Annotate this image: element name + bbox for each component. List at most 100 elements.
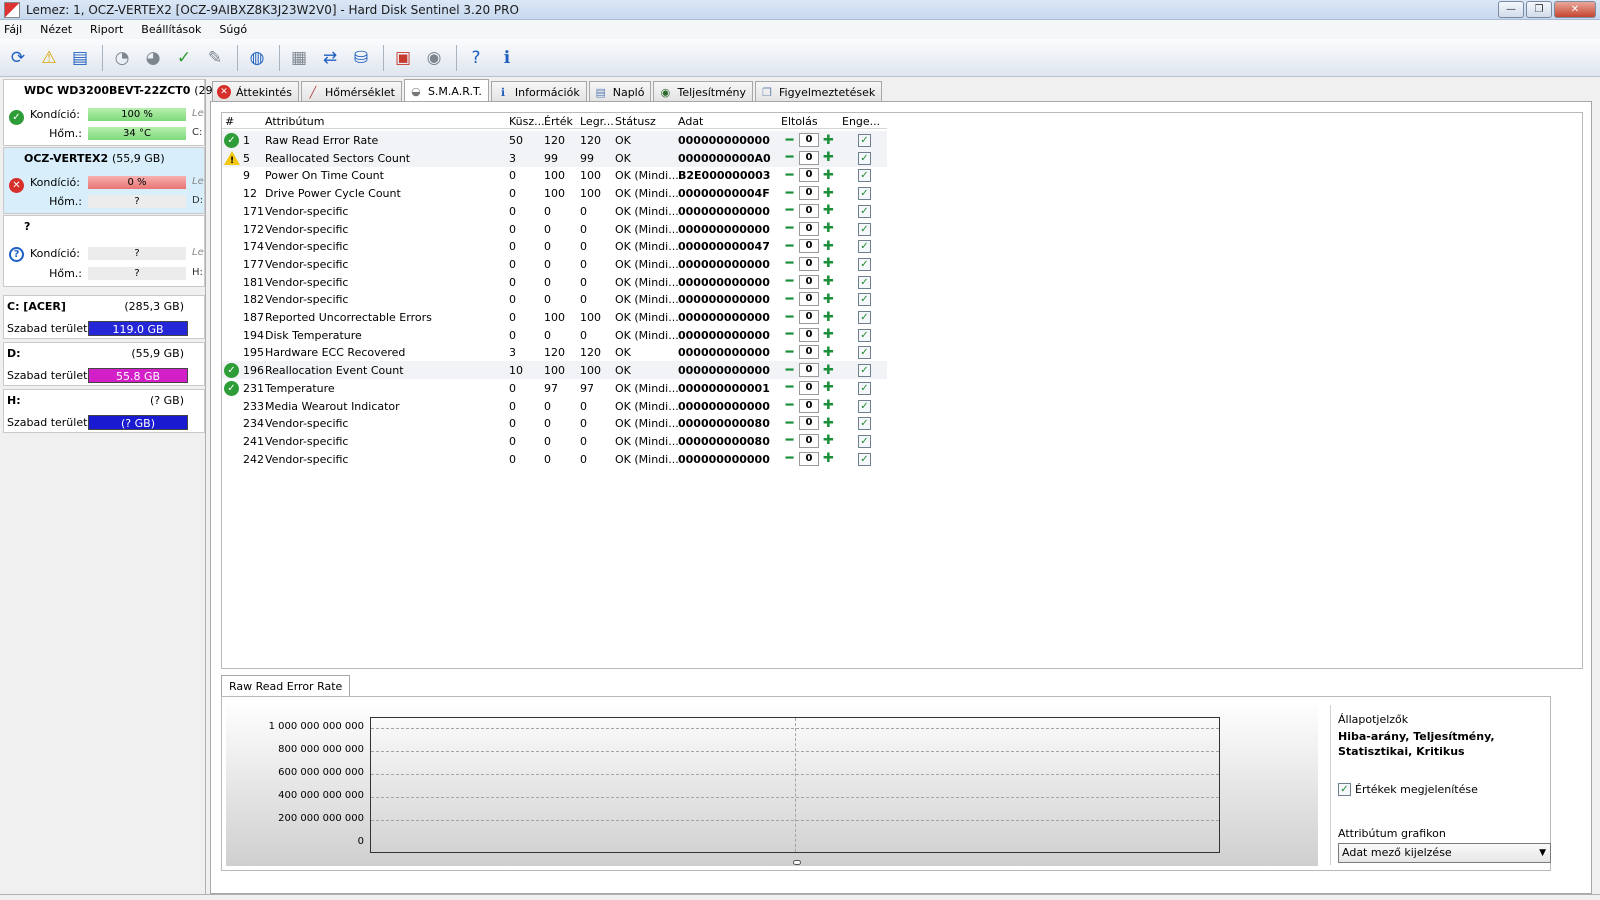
tab-smart[interactable]: ◒ S.M.A.R.T. xyxy=(403,79,489,103)
plus-icon[interactable]: ✚ xyxy=(821,221,836,236)
table-row[interactable]: 172 Vendor-specific 0 0 0 OK (Mindi... 0000000… xyxy=(222,220,887,238)
enabled-checkbox[interactable]: ✓ xyxy=(858,399,871,413)
enabled-checkbox[interactable]: ✓ xyxy=(858,293,871,307)
offset-stepper[interactable]: ━ 0 ✚ xyxy=(782,133,836,148)
offset-value[interactable]: 0 xyxy=(799,150,819,165)
menu-report[interactable]: Riport xyxy=(90,23,123,36)
column-data[interactable]: Adat xyxy=(678,115,703,128)
tab-performance[interactable]: ◉ Teljesítmény xyxy=(653,81,754,102)
enabled-checkbox[interactable]: ✓ xyxy=(858,417,871,431)
plus-icon[interactable]: ✚ xyxy=(821,203,836,218)
tab-alerts[interactable]: ❐ Figyelmeztetések xyxy=(755,81,883,102)
column-value[interactable]: Érték xyxy=(544,115,573,128)
offset-value[interactable]: 0 xyxy=(799,380,819,395)
maximize-button[interactable]: ❐ xyxy=(1526,1,1552,18)
table-row[interactable]: ! 5 Reallocated Sectors Count 3 99 99 OK 000000… xyxy=(222,148,887,167)
tab-temperature[interactable]: ╱ Hőmérséklet xyxy=(300,81,402,102)
offset-stepper[interactable]: ━ 0 ✚ xyxy=(782,451,836,467)
table-row[interactable]: ✓ 1 Raw Read Error Rate 50 120 120 OK 000000000… xyxy=(222,131,887,149)
warning-icon[interactable]: ⚠ xyxy=(35,44,63,72)
table-row[interactable]: 194 Disk Temperature 0 0 0 OK (Mindi... 000000… xyxy=(222,326,887,344)
minus-icon[interactable]: ━ xyxy=(782,363,797,378)
minus-icon[interactable]: ━ xyxy=(782,380,797,395)
offset-value[interactable]: 0 xyxy=(799,292,819,307)
column-worst[interactable]: Legr... xyxy=(580,115,614,128)
offset-stepper[interactable]: ━ 0 ✚ xyxy=(782,274,836,290)
offset-value[interactable]: 0 xyxy=(799,345,819,360)
table-row[interactable]: 12 Drive Power Cycle Count 0 100 100 OK (Mind… xyxy=(222,184,887,202)
enabled-checkbox[interactable]: ✓ xyxy=(858,204,871,218)
enabled-checkbox[interactable]: ✓ xyxy=(858,346,871,360)
minus-icon[interactable]: ━ xyxy=(782,133,797,148)
column-enabled[interactable]: Enge... xyxy=(842,115,880,128)
offset-value[interactable]: 0 xyxy=(799,239,819,254)
table-row[interactable]: 177 Vendor-specific 0 0 0 OK (Mindi... 0000000… xyxy=(222,255,887,273)
offset-value[interactable]: 0 xyxy=(799,221,819,236)
minus-icon[interactable]: ━ xyxy=(782,433,797,448)
enabled-checkbox[interactable]: ✓ xyxy=(858,222,871,236)
table-row[interactable]: 234 Vendor-specific 0 0 0 OK (Mindi... 0000000… xyxy=(222,414,887,432)
enabled-checkbox[interactable]: ✓ xyxy=(858,187,871,201)
volume-card[interactable]: D: (55,9 GB) Szabad terület 55.8 GB xyxy=(3,342,205,386)
tab-log[interactable]: ▤ Napló xyxy=(588,81,652,102)
table-row[interactable]: ✓ 231 Temperature 0 97 97 OK (Mindi... 00000000… xyxy=(222,379,887,397)
minus-icon[interactable]: ━ xyxy=(782,345,797,360)
graph-tab[interactable]: Raw Read Error Rate xyxy=(221,675,351,697)
offset-stepper[interactable]: ━ 0 ✚ xyxy=(782,292,836,307)
column-offset[interactable]: Eltolás xyxy=(781,115,818,128)
about-icon[interactable]: ℹ xyxy=(493,44,521,72)
attribute-graph-select[interactable]: Adat mező kijelzése ▼ xyxy=(1338,843,1551,863)
minus-icon[interactable]: ━ xyxy=(782,150,797,165)
minus-icon[interactable]: ━ xyxy=(782,310,797,325)
offset-value[interactable]: 0 xyxy=(799,133,819,147)
minus-icon[interactable]: ━ xyxy=(782,398,797,413)
sync-icon[interactable]: ⇄ xyxy=(316,44,344,72)
enabled-checkbox[interactable]: ✓ xyxy=(858,134,871,147)
minus-icon[interactable]: ━ xyxy=(782,274,797,289)
plus-icon[interactable]: ✚ xyxy=(821,168,836,183)
offset-stepper[interactable]: ━ 0 ✚ xyxy=(782,345,836,360)
enabled-checkbox[interactable]: ✓ xyxy=(858,311,871,324)
offset-stepper[interactable]: ━ 0 ✚ xyxy=(782,256,836,272)
offset-stepper[interactable]: ━ 0 ✚ xyxy=(782,433,836,449)
minus-icon[interactable]: ━ xyxy=(782,168,797,183)
column-id[interactable]: # xyxy=(225,115,234,128)
minus-icon[interactable]: ━ xyxy=(782,327,797,342)
offset-value[interactable]: 0 xyxy=(799,363,819,378)
offset-stepper[interactable]: ━ 0 ✚ xyxy=(782,186,836,201)
volume-card[interactable]: H: (? GB) Szabad terület (? GB) xyxy=(3,389,205,433)
plus-icon[interactable]: ✚ xyxy=(821,433,836,448)
offset-stepper[interactable]: ━ 0 ✚ xyxy=(782,239,836,254)
offset-value[interactable]: 0 xyxy=(799,398,819,413)
offset-value[interactable]: 0 xyxy=(799,327,819,342)
sound-icon[interactable]: ◉ xyxy=(420,44,448,72)
plus-icon[interactable]: ✚ xyxy=(821,150,836,165)
disk-card-selected[interactable]: OCZ-VERTEX2 (55,9 GB) ✕ Kondíció: 0 % Le… xyxy=(3,147,205,214)
column-threshold[interactable]: Küsz... xyxy=(509,115,545,128)
table-row[interactable]: 241 Vendor-specific 0 0 0 OK (Mindi... 0000000… xyxy=(222,432,887,450)
plus-icon[interactable]: ✚ xyxy=(821,274,836,289)
plus-icon[interactable]: ✚ xyxy=(821,256,836,271)
enabled-checkbox[interactable]: ✓ xyxy=(858,452,871,466)
minus-icon[interactable]: ━ xyxy=(782,203,797,218)
refresh-icon[interactable]: ⟳ xyxy=(4,44,32,72)
tab-information[interactable]: ℹ Információk xyxy=(490,81,587,102)
table-row[interactable]: 181 Vendor-specific 0 0 0 OK (Mindi... 0000000… xyxy=(222,273,887,291)
disk-card[interactable]: ? ? Kondíció: ? Le Hőm.: ? H: xyxy=(3,215,205,287)
offset-value[interactable]: 0 xyxy=(799,203,819,218)
disk-test-icon[interactable]: ◔ xyxy=(108,44,136,72)
plus-icon[interactable]: ✚ xyxy=(821,310,836,325)
plus-icon[interactable]: ✚ xyxy=(821,416,836,431)
offset-stepper[interactable]: ━ 0 ✚ xyxy=(782,363,836,378)
plus-icon[interactable]: ✚ xyxy=(821,345,836,360)
menu-view[interactable]: Nézet xyxy=(40,23,72,36)
plus-icon[interactable]: ✚ xyxy=(821,133,836,148)
report-icon[interactable]: ▦ xyxy=(285,44,313,72)
disk-card[interactable]: WDC WD3200BEVT-22ZCT0 (298 ✓ Kondíció: 1… xyxy=(3,79,220,146)
table-row[interactable]: 171 Vendor-specific 0 0 0 OK (Mindi... 0000000… xyxy=(222,202,887,220)
offset-stepper[interactable]: ━ 0 ✚ xyxy=(782,416,836,431)
plus-icon[interactable]: ✚ xyxy=(821,380,836,395)
minus-icon[interactable]: ━ xyxy=(782,256,797,271)
column-status[interactable]: Státusz xyxy=(615,115,656,128)
enabled-checkbox[interactable]: ✓ xyxy=(858,151,871,165)
